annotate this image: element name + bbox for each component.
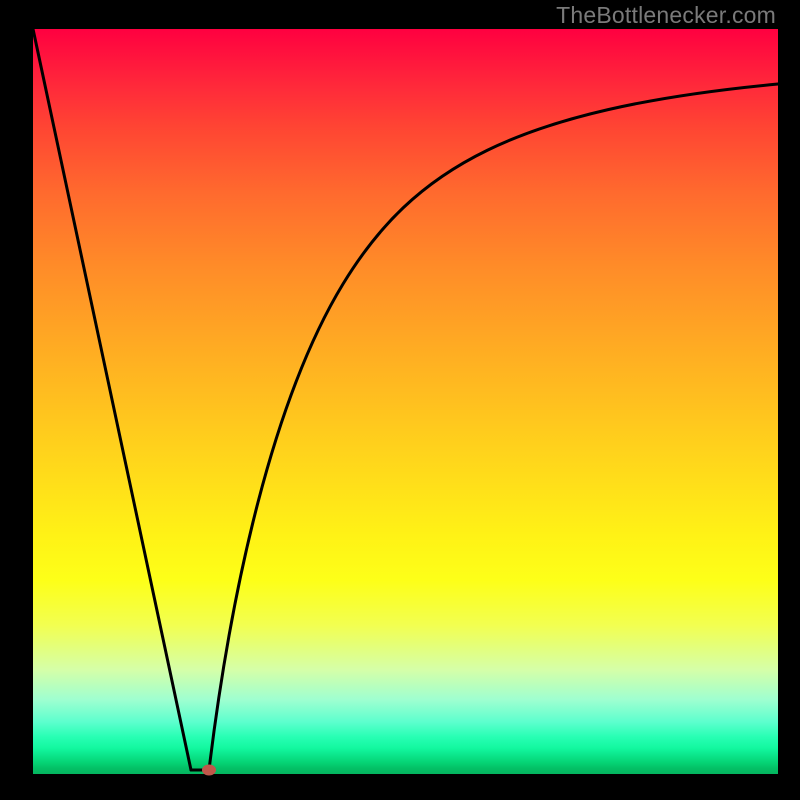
chart-marker-minimum <box>202 765 216 776</box>
chart-line-curve <box>33 29 778 774</box>
chart-container: TheBottlenecker.com <box>0 0 800 800</box>
chart-plot-area <box>33 29 778 774</box>
attribution-label: TheBottlenecker.com <box>556 2 776 29</box>
